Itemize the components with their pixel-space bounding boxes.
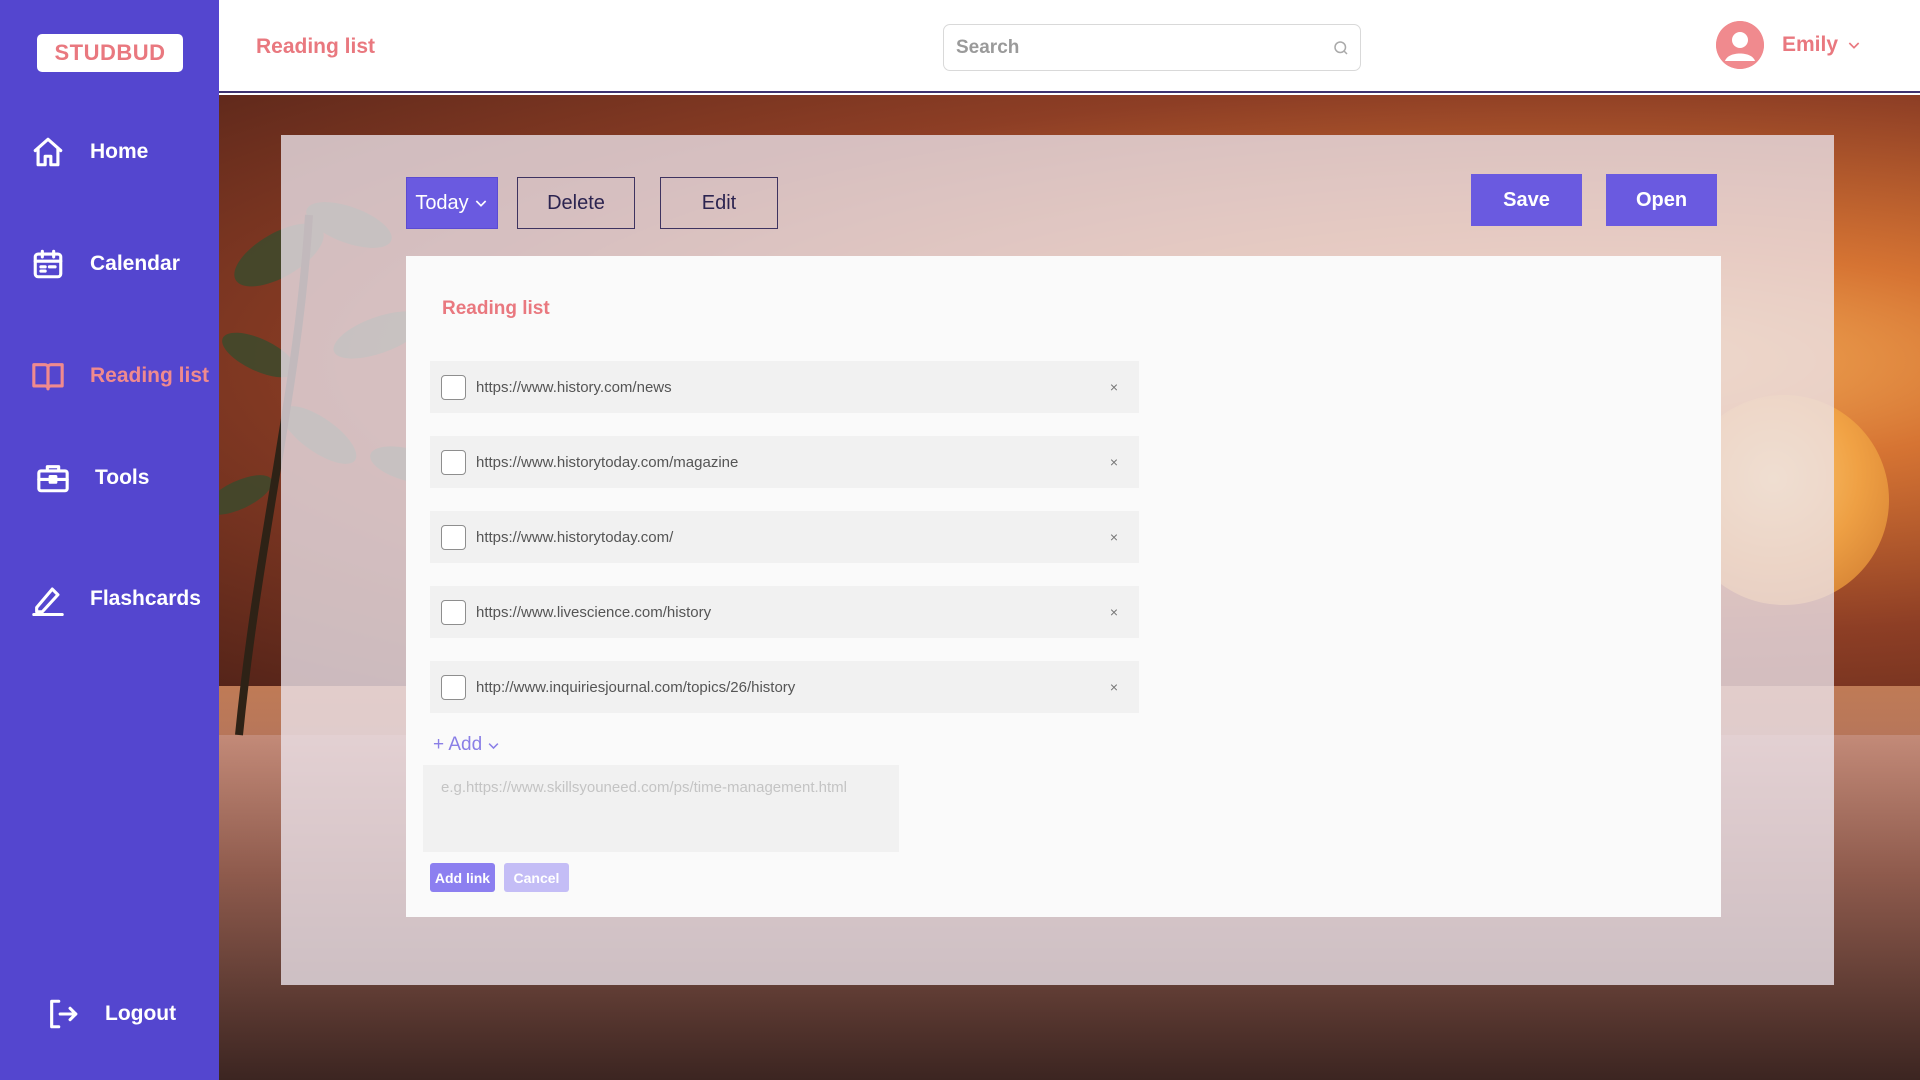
add-link-button[interactable]: Add link	[430, 863, 495, 892]
list-item: http://www.inquiriesjournal.com/topics/2…	[430, 661, 1139, 713]
today-dropdown[interactable]: Today	[406, 177, 498, 229]
close-icon[interactable]: ×	[1105, 453, 1123, 471]
avatar	[1716, 21, 1764, 69]
link-url[interactable]: https://www.livescience.com/history	[476, 604, 1105, 621]
sidebar-item-label: Flashcards	[90, 587, 201, 610]
sidebar-item-tools[interactable]: Tools	[35, 460, 149, 496]
link-checkbox[interactable]	[441, 524, 466, 550]
sidebar-item-label: Home	[90, 140, 149, 163]
sidebar-item-label: Tools	[95, 466, 150, 489]
add-toggle-label: + Add	[433, 734, 483, 755]
reading-list-card: Reading list https://www.history.com/new…	[406, 256, 1721, 917]
chevron-down-icon	[475, 200, 486, 207]
link-url[interactable]: https://www.historytoday.com/	[476, 529, 1105, 546]
search-icon[interactable]	[1332, 39, 1350, 57]
calendar-icon	[30, 246, 66, 282]
search-input[interactable]	[944, 25, 1304, 70]
sidebar-item-calendar[interactable]: Calendar	[30, 246, 180, 282]
link-checkbox[interactable]	[441, 449, 466, 475]
sidebar-item-home[interactable]: Home	[30, 134, 148, 170]
close-icon[interactable]: ×	[1105, 528, 1123, 546]
close-icon[interactable]: ×	[1105, 378, 1123, 396]
link-url[interactable]: https://www.historytoday.com/magazine	[476, 454, 1105, 471]
close-icon[interactable]: ×	[1105, 603, 1123, 621]
pencil-icon	[30, 581, 66, 617]
sidebar-item-reading-list[interactable]: Reading list	[30, 358, 209, 394]
home-icon	[30, 134, 66, 170]
link-input[interactable]	[423, 765, 899, 852]
list-item: https://www.history.com/news ×	[430, 361, 1139, 413]
logout-label: Logout	[105, 1002, 177, 1025]
save-button[interactable]: Save	[1471, 174, 1582, 226]
link-url[interactable]: https://www.history.com/news	[476, 379, 1105, 396]
list-item: https://www.livescience.com/history ×	[430, 586, 1139, 638]
card-title: Reading list	[442, 298, 550, 319]
app-logo[interactable]: STUDBUD	[37, 34, 183, 72]
user-icon	[1716, 21, 1764, 69]
link-url[interactable]: http://www.inquiriesjournal.com/topics/2…	[476, 679, 1105, 696]
user-name: Emily	[1782, 33, 1839, 56]
toolbox-icon	[35, 460, 71, 496]
sidebar-item-label: Reading list	[90, 364, 210, 387]
page-title: Reading list	[256, 35, 376, 58]
logout-icon	[45, 996, 81, 1032]
link-checkbox[interactable]	[441, 374, 466, 400]
link-checkbox[interactable]	[441, 599, 466, 625]
edit-button[interactable]: Edit	[660, 177, 778, 229]
close-icon[interactable]: ×	[1105, 678, 1123, 696]
today-label: Today	[415, 191, 469, 214]
logout-button[interactable]: Logout	[45, 996, 176, 1032]
add-link-toggle[interactable]: + Add	[433, 734, 501, 756]
chevron-down-icon	[488, 742, 499, 749]
sidebar-item-flashcards[interactable]: Flashcards	[30, 581, 201, 617]
chevron-down-icon	[1848, 42, 1860, 49]
user-menu[interactable]: Emily	[1716, 21, 1862, 69]
sidebar: STUDBUD Home Calendar Reading list Tools…	[0, 0, 219, 1080]
top-header: Reading list Emily	[219, 0, 1920, 93]
book-icon	[30, 358, 66, 394]
open-button[interactable]: Open	[1606, 174, 1717, 226]
sidebar-item-label: Calendar	[90, 252, 180, 275]
link-checkbox[interactable]	[441, 674, 466, 700]
list-item: https://www.historytoday.com/magazine ×	[430, 436, 1139, 488]
delete-button[interactable]: Delete	[517, 177, 635, 229]
search-box[interactable]	[943, 24, 1361, 71]
list-item: https://www.historytoday.com/ ×	[430, 511, 1139, 563]
cancel-button[interactable]: Cancel	[504, 863, 569, 892]
